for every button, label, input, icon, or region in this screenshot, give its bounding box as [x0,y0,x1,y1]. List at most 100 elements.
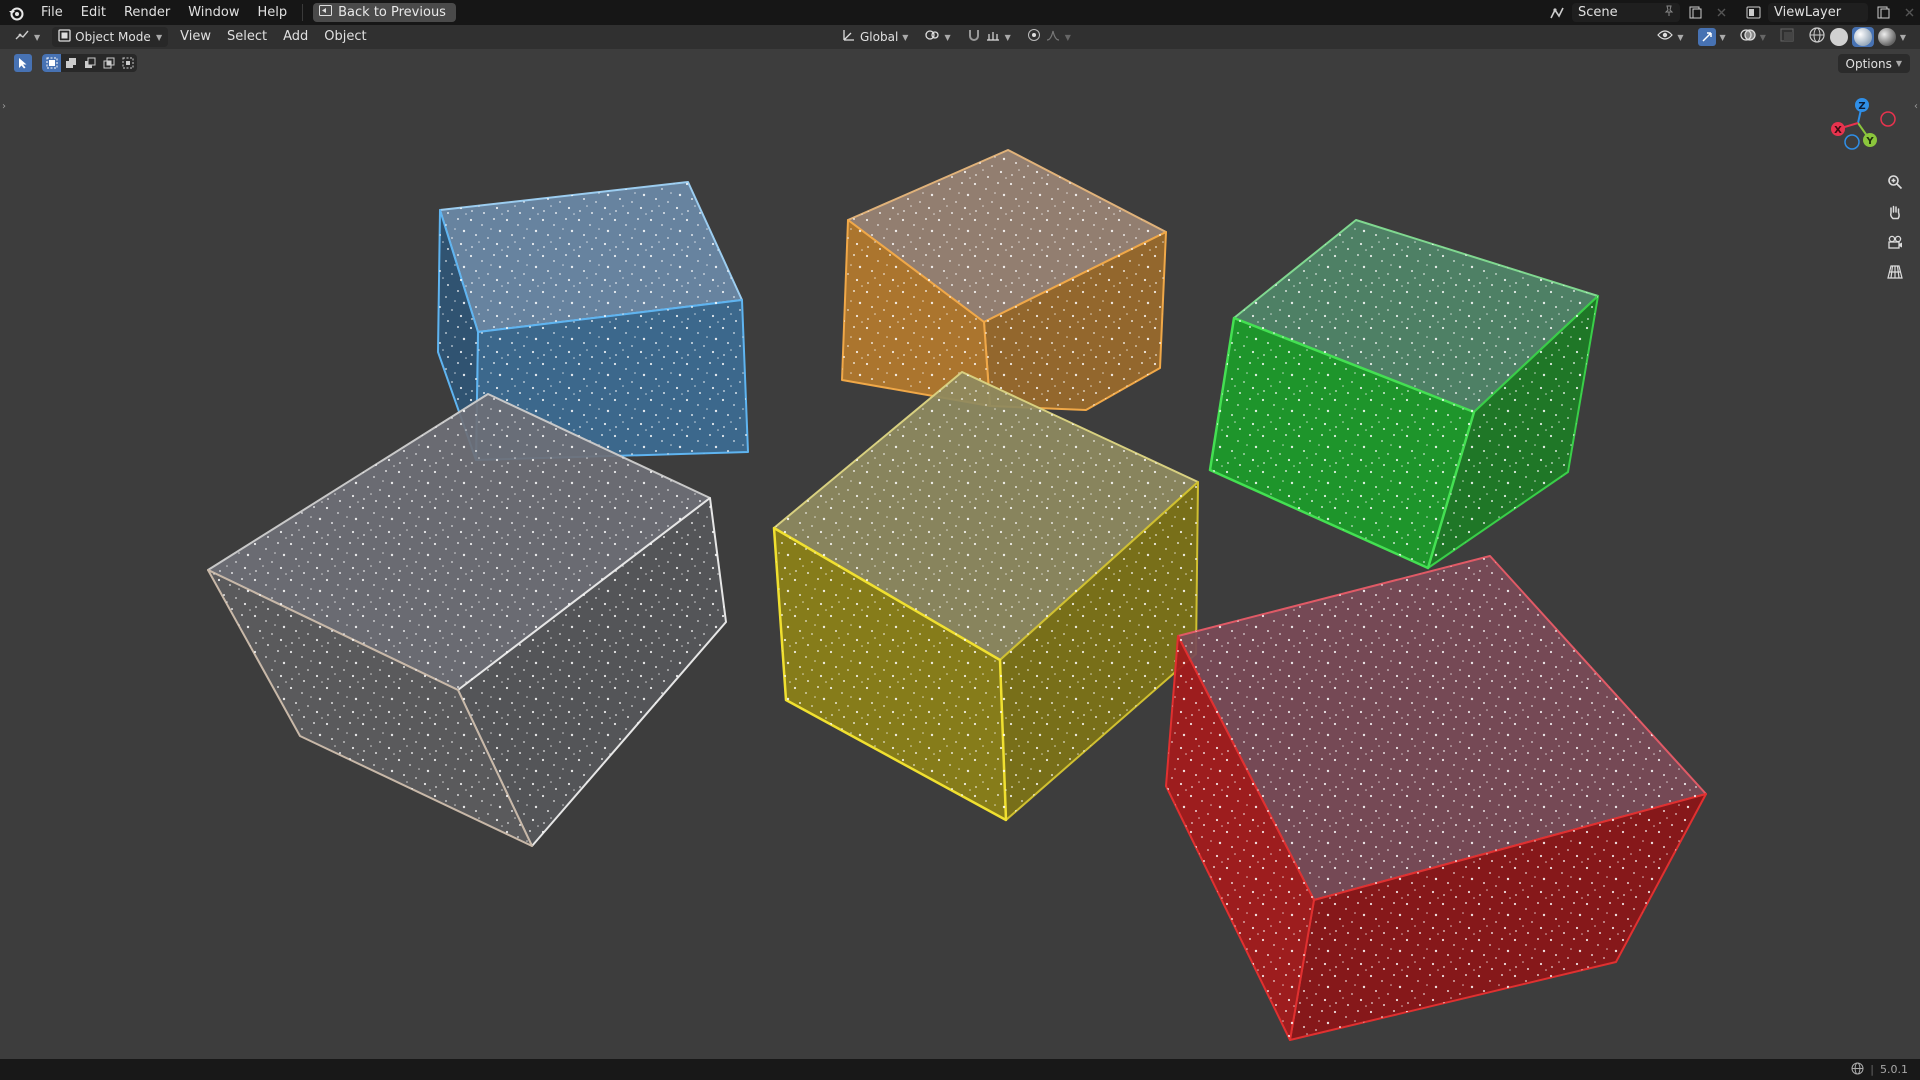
select-extend-icon[interactable] [61,54,80,72]
chevron-down-icon: ▼ [944,32,951,42]
selection-mode-buttons [42,54,137,72]
chevron-down-icon: ▼ [34,32,41,42]
xray-toggle[interactable] [1774,27,1800,47]
new-view-layer-icon[interactable] [1872,3,1894,22]
green-cube[interactable] [1208,219,1599,570]
viewport-shading-tools: ▼ ▼ ▼ ▼ [1651,27,1912,47]
magnet-icon [967,28,981,46]
view-layer-type-icon[interactable] [1742,3,1764,22]
overlays-icon [1740,28,1756,46]
object-menu[interactable]: Object [316,25,374,49]
overlays-toggle[interactable]: ▼ [1734,27,1772,47]
viewport-scene[interactable] [0,49,1920,1059]
object-mode-label: Object Mode [75,30,151,44]
workspace-selectors: Scene ViewLayer [1546,0,1920,25]
viewport-header: ▼ Object Mode ▼ View Select Add Object G… [0,25,1920,49]
camera-view-icon[interactable] [1882,229,1908,255]
status-bar: | 5.0.1 [0,1059,1920,1080]
proportional-editing-toggle[interactable]: ▼ [1021,27,1077,47]
chevron-down-icon: ▼ [1677,32,1684,42]
menu-divider [302,4,304,21]
xray-icon [1780,28,1794,46]
view-menu[interactable]: View [172,25,219,49]
object-visibility-dropdown[interactable]: ▼ [1651,27,1689,47]
gizmo-z-label: Z [1858,101,1865,112]
shading-mode-buttons: ▼ [1802,27,1912,47]
transform-orientation-dropdown[interactable]: Global ▼ [836,27,914,47]
status-divider: | [1870,1063,1874,1076]
solid-shading-icon[interactable] [1829,28,1848,46]
yellow-cube[interactable] [772,371,1199,822]
proportional-editing-icon [1027,28,1041,46]
remove-scene-icon[interactable] [1710,3,1732,22]
select-tool-icon[interactable] [14,54,32,72]
menu-file[interactable]: File [32,0,72,25]
gizmo-neg-x-handle[interactable] [1880,111,1896,127]
rendered-shading-icon[interactable] [1877,28,1896,46]
material-preview-icon[interactable] [1851,27,1874,47]
navigation-gizmo[interactable]: X Y Z [1822,89,1902,165]
sidebar-expand-arrow-icon[interactable]: ‹ [1914,101,1918,112]
view-layer-selector[interactable]: ViewLayer [1768,3,1868,22]
blender-logo-icon[interactable] [6,3,26,23]
hand-pan-icon[interactable] [1882,199,1908,225]
zoom-tool-icon[interactable] [1882,169,1908,195]
chevron-down-icon: ▼ [1895,59,1902,68]
back-to-previous-label: Back to Previous [338,5,446,20]
chevron-down-icon: ▼ [1004,32,1011,42]
chevron-down-icon: ▼ [1719,32,1726,42]
toolbar-expand-arrow-icon[interactable]: › [2,101,6,112]
chevron-down-icon: ▼ [1064,32,1071,42]
scene-type-icon[interactable] [1546,3,1568,22]
globe-icon[interactable] [1851,1062,1864,1078]
chevron-down-icon: ▼ [902,32,909,42]
top-menu-bar: File Edit Render Window Help Back to Pre… [0,0,1920,25]
snap-increment-icon[interactable] [985,28,1001,46]
remove-view-layer-icon[interactable] [1898,3,1920,22]
orientation-axes-icon [842,28,856,46]
editor-type-button[interactable]: ▼ [8,27,46,47]
pivot-point-icon [924,28,940,46]
object-mode-dropdown[interactable]: Object Mode ▼ [52,27,169,47]
menu-window[interactable]: Window [179,0,248,25]
options-label: Options [1845,56,1892,71]
gizmo-x-label: X [1834,125,1842,136]
menu-edit[interactable]: Edit [72,0,115,25]
scene-selector[interactable]: Scene [1572,3,1680,22]
transform-orientation-label: Global [860,30,899,44]
gizmo-toggle[interactable]: ▼ [1692,27,1732,47]
view-layer-name: ViewLayer [1774,5,1842,20]
falloff-curve-icon[interactable] [1045,28,1061,46]
select-new-icon[interactable] [42,54,61,72]
screen-back-icon [319,5,333,20]
add-menu[interactable]: Add [275,25,316,49]
gizmo-y-label: Y [1865,136,1874,147]
eye-icon [1657,29,1674,45]
tool-settings-row [0,49,1920,77]
chevron-down-icon[interactable]: ▼ [1900,33,1906,42]
select-invert-icon[interactable] [99,54,118,72]
object-mode-icon [58,28,71,46]
menu-help[interactable]: Help [249,0,297,25]
orange-cube[interactable] [841,149,1167,411]
wireframe-shading-icon[interactable] [1808,26,1826,48]
menu-render[interactable]: Render [115,0,179,25]
new-scene-icon[interactable] [1684,3,1706,22]
gizmo-icon [1697,28,1716,46]
pivot-point-dropdown[interactable]: ▼ [918,27,956,47]
chevron-down-icon: ▼ [1759,32,1766,42]
select-menu[interactable]: Select [219,25,275,49]
3d-viewport-icon [14,28,30,46]
snap-toggle[interactable]: ▼ [961,27,1017,47]
back-to-previous-button[interactable]: Back to Previous [313,3,456,22]
red-cube[interactable] [1165,555,1707,1041]
select-intersect-icon[interactable] [118,54,137,72]
3d-viewport[interactable]: › ‹ X Y Z [0,49,1920,1059]
pin-icon[interactable] [1664,5,1674,21]
transform-tools: Global ▼ ▼ ▼ ▼ [836,27,1077,47]
gizmo-neg-z-handle[interactable] [1844,134,1860,150]
perspective-grid-icon[interactable] [1882,259,1908,285]
clear-cube[interactable] [207,393,727,847]
options-dropdown[interactable]: Options ▼ [1837,54,1910,73]
select-subtract-icon[interactable] [80,54,99,72]
